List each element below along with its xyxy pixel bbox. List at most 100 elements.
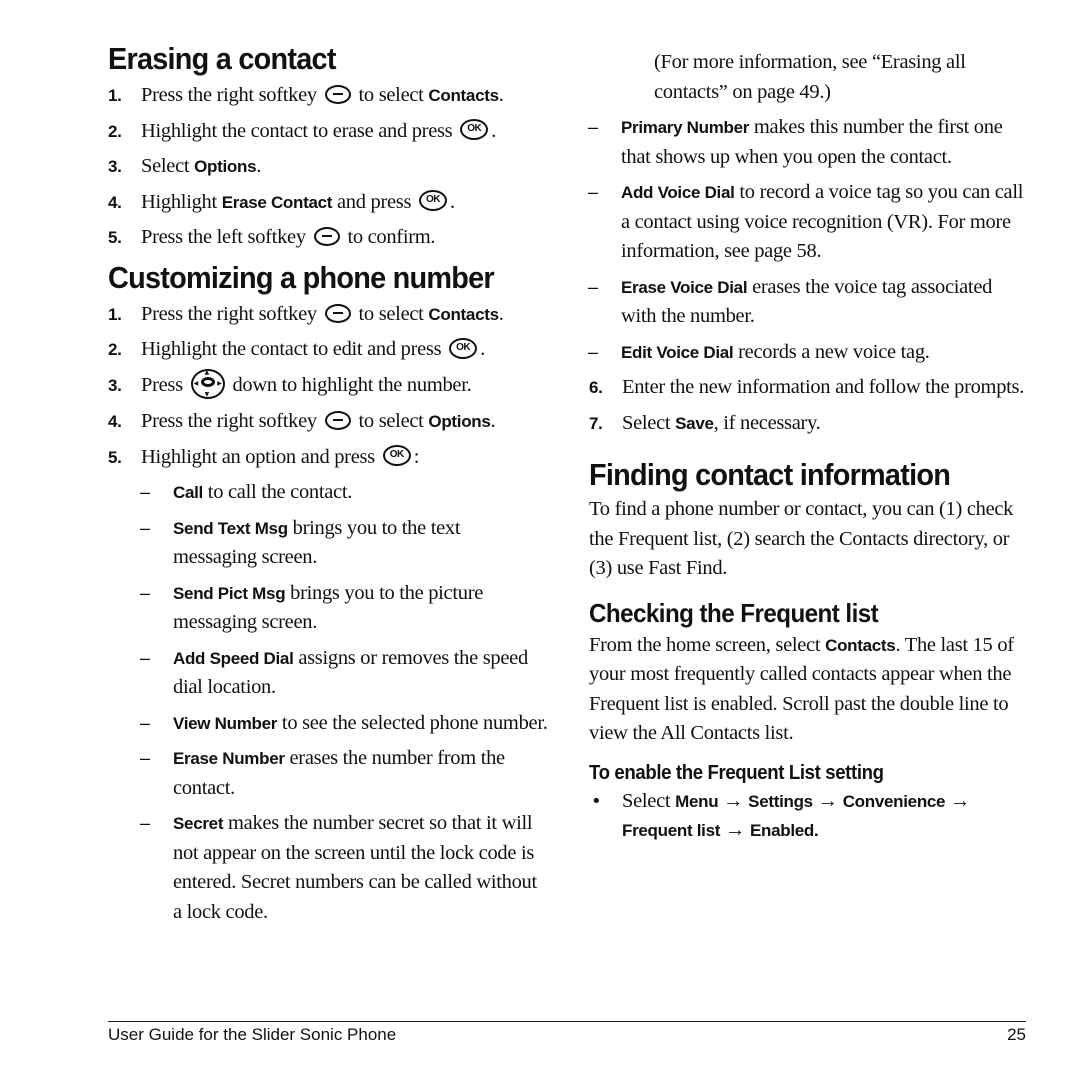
right-softkey-icon	[324, 303, 351, 323]
option-name: Erase Number	[173, 749, 285, 769]
step-text: Press the left softkey	[141, 226, 306, 249]
step-text: Press the right softkey	[141, 302, 317, 325]
option-item: – Primary Number makes this number the fi…	[556, 113, 1029, 172]
step-text: Highlight	[141, 190, 222, 213]
step-text: Enter the new information and follow the…	[622, 376, 1025, 398]
step-item: 1. Press the right softkey to select Con…	[108, 81, 548, 111]
procedure-item: • Select Menu → Settings → Convenience →…	[589, 787, 1029, 846]
arrow-icon: →	[950, 789, 971, 812]
step-text: Press the right softkey	[141, 410, 317, 433]
menu-term: Save	[675, 413, 714, 433]
step-number: 4.	[108, 412, 122, 432]
menu-term: Contacts	[825, 635, 896, 655]
erasing-contact-heading: Erasing a contact	[108, 41, 336, 76]
step-text: .	[480, 338, 485, 361]
option-name: Primary Number	[621, 118, 750, 137]
dash-bullet: –	[140, 748, 150, 769]
option-item: – Erase Voice Dial erases the voice tag a…	[556, 273, 1029, 332]
step-item: 5. Press the left softkey to confirm.	[108, 223, 548, 253]
option-item: – Erase Number erases the number from the…	[108, 744, 548, 803]
right-column: (For more information, see “Erasing all …	[588, 48, 1029, 846]
option-list-continued: – Primary Number makes this number the fi…	[556, 113, 1029, 367]
step-number: 3.	[108, 157, 122, 177]
page-footer: User Guide for the Slider Sonic Phone 25	[108, 1021, 1026, 1045]
dash-bullet: –	[588, 182, 598, 202]
dash-bullet: –	[140, 582, 150, 603]
body-text: .	[814, 821, 819, 841]
continued-note: (For more information, see “Erasing all …	[654, 51, 966, 103]
option-item: – Send Pict Msg brings you to the picture…	[108, 579, 548, 638]
step-text: .	[256, 155, 262, 178]
frequent-list-section: Checking the Frequent list From the home…	[589, 598, 1029, 846]
step-number: 7.	[589, 413, 603, 433]
menu-term: Erase Contact	[221, 192, 333, 212]
step-text: Press	[141, 373, 183, 396]
customizing-steps: 1. Press the right softkey to select Con…	[108, 300, 548, 472]
step-text: .	[490, 410, 496, 433]
option-item: – View Number to see the selected phone n…	[108, 709, 548, 739]
customizing-steps-continued: 6. Enter the new information and follow …	[589, 373, 1029, 438]
step-text: Highlight the contact to edit and press	[141, 338, 442, 361]
step-text: down to highlight the number.	[232, 373, 472, 396]
menu-path-item: Frequent list	[622, 821, 721, 841]
arrow-icon: →	[817, 789, 839, 812]
erasing-steps: 1. Press the right softkey to select Con…	[108, 81, 548, 253]
option-description: to call the contact.	[202, 481, 353, 504]
ok-key-icon: OK	[460, 119, 489, 141]
finding-contact-heading: Finding contact information	[589, 457, 951, 492]
menu-path-item: Convenience	[842, 791, 946, 811]
step-item: 6. Enter the new information and follow …	[589, 373, 1029, 403]
step-text: :	[413, 445, 420, 468]
step-item: 4. Press the right softkey to select Opt…	[108, 407, 548, 437]
ok-key-icon: OK	[418, 190, 447, 212]
step-text: Select	[141, 155, 195, 178]
step-text: to select	[358, 84, 429, 107]
frequent-list-heading: Checking the Frequent list	[589, 597, 879, 628]
step-item: 3. Select Options.	[108, 152, 548, 182]
finding-contact-section: Finding contact information To find a ph…	[589, 456, 1029, 584]
right-softkey-icon	[324, 84, 351, 104]
footer-title: User Guide for the Slider Sonic Phone	[108, 1025, 397, 1044]
left-column: Erasing a contact 1. Press the right sof…	[108, 40, 548, 933]
step-text: .	[498, 84, 504, 107]
menu-term: Options	[194, 157, 257, 177]
step-item: 4. Highlight Erase Contact and press OK.	[108, 188, 548, 218]
dash-bullet: –	[140, 813, 150, 834]
option-item: – Add Speed Dial assigns or removes the s…	[108, 644, 548, 703]
menu-term: Contacts	[428, 86, 499, 106]
step-text: .	[449, 190, 455, 213]
left-softkey-icon	[313, 226, 340, 246]
ok-key-icon: OK	[449, 338, 478, 360]
dash-bullet: –	[140, 647, 150, 668]
step-number: 1.	[108, 86, 122, 106]
option-name: Secret	[173, 814, 224, 834]
step-item: 1. Press the right softkey to select Con…	[108, 300, 548, 330]
ok-key-icon: OK	[382, 445, 411, 467]
body-text: From the home screen, select	[589, 633, 826, 656]
option-item: – Send Text Msg brings you to the text me…	[108, 514, 548, 573]
procedure-heading: To enable the Frequent List setting	[589, 761, 884, 784]
step-number: 3.	[108, 375, 122, 395]
arrow-icon: →	[724, 819, 746, 842]
navigation-key-icon: ▲ ▼ ◀ ▶	[190, 369, 225, 400]
step-number: 2.	[108, 121, 122, 141]
step-text: Highlight the contact to erase and press	[141, 119, 453, 142]
dash-bullet: –	[588, 276, 598, 297]
step-item: 2. Highlight the contact to edit and pre…	[108, 335, 548, 365]
option-item: – Call to call the contact.	[108, 478, 548, 508]
erasing-contact-section: Erasing a contact 1. Press the right sof…	[108, 40, 548, 253]
option-name: Send Pict Msg	[173, 583, 286, 603]
step-item: 3. Press ▲ ▼ ◀ ▶ down to highlight the n…	[108, 369, 548, 401]
step-text: to select	[358, 410, 429, 433]
step-number: 1.	[108, 304, 122, 324]
bullet-icon: •	[591, 790, 602, 812]
step-number: 4.	[108, 192, 122, 212]
menu-path-item: Enabled	[749, 821, 814, 841]
step-item: 2. Highlight the contact to erase and pr…	[108, 117, 548, 147]
arrow-icon: →	[723, 789, 744, 812]
dash-bullet: –	[588, 117, 598, 137]
page-number: 25	[1007, 1025, 1026, 1044]
option-item: – Secret makes the number secret so that …	[108, 809, 548, 927]
customizing-number-heading: Customizing a phone number	[108, 259, 495, 295]
step-text: to select	[358, 302, 429, 325]
